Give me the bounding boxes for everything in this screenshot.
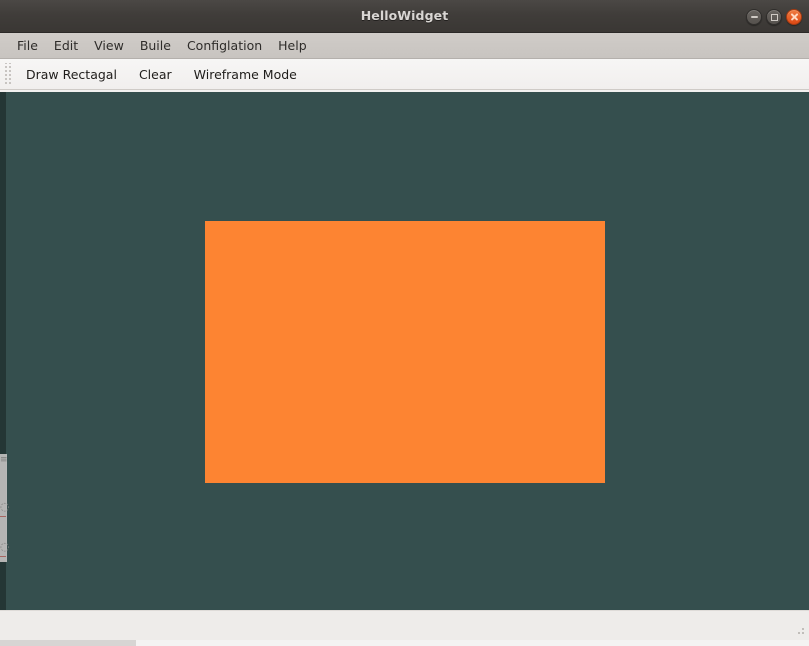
- background-window-artifact: ≡ ◌ ◌: [0, 454, 10, 562]
- gl-viewport[interactable]: [6, 92, 809, 610]
- maximize-button[interactable]: [766, 9, 782, 25]
- title-bar[interactable]: HelloWidget: [0, 0, 809, 33]
- minimize-button[interactable]: [746, 9, 762, 25]
- menu-item-view[interactable]: View: [86, 36, 132, 55]
- desktop-background: [0, 640, 809, 646]
- toolbar-drag-handle[interactable]: [3, 63, 12, 85]
- menu-item-configuration[interactable]: Configlation: [179, 36, 270, 55]
- maximize-icon: [767, 10, 781, 24]
- clear-button[interactable]: Clear: [129, 62, 182, 87]
- tool-bar: Draw Rectagal Clear Wireframe Mode: [0, 59, 809, 90]
- orange-rectangle-shape[interactable]: [205, 221, 605, 483]
- menu-item-help[interactable]: Help: [270, 36, 315, 55]
- minimize-icon: [747, 10, 761, 24]
- application-window: HelloWidget File Edit View Buile Configl…: [0, 0, 809, 646]
- wireframe-mode-button[interactable]: Wireframe Mode: [184, 62, 307, 87]
- draw-rectangle-button[interactable]: Draw Rectagal: [16, 62, 127, 87]
- window-title: HelloWidget: [360, 8, 449, 23]
- window-controls: [746, 9, 802, 25]
- canvas-frame: ≡ ◌ ◌: [0, 92, 809, 610]
- desktop-shadow-left: [0, 640, 136, 646]
- close-button[interactable]: [786, 9, 802, 25]
- status-bar: [0, 610, 809, 640]
- close-icon: [787, 10, 801, 24]
- menu-bar: File Edit View Buile Configlation Help: [0, 33, 809, 59]
- resize-grip[interactable]: [793, 623, 806, 636]
- menu-item-build[interactable]: Buile: [132, 36, 179, 55]
- desktop-shadow-right: [136, 640, 809, 646]
- menu-item-edit[interactable]: Edit: [46, 36, 86, 55]
- menu-item-file[interactable]: File: [9, 36, 46, 55]
